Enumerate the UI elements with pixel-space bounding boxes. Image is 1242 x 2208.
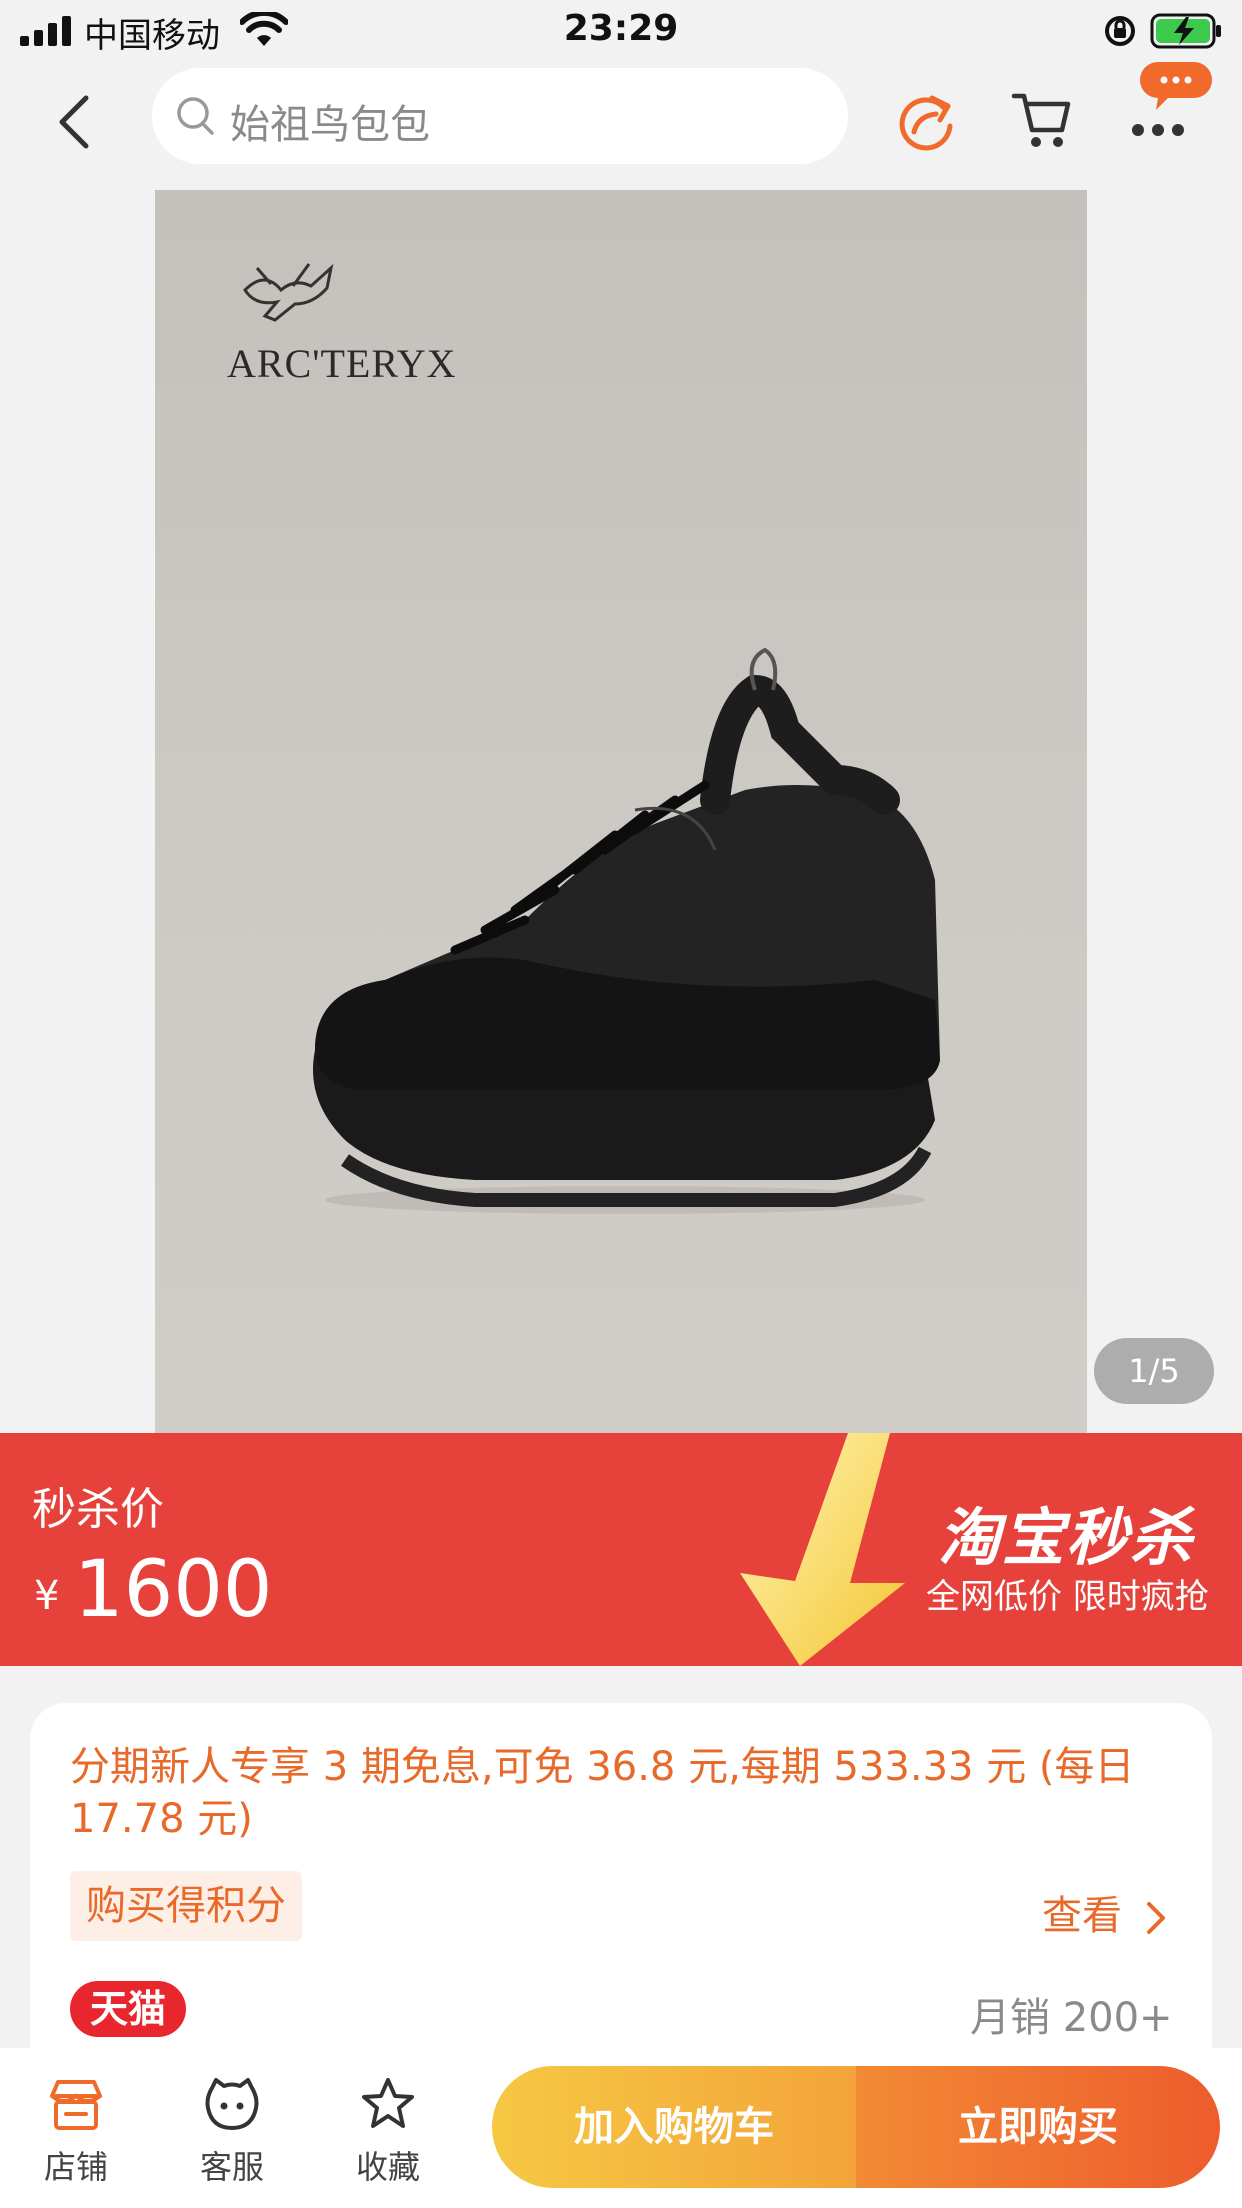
lightning-arrow-icon xyxy=(740,1433,905,1666)
brand-logo-text: ARC'TERYX xyxy=(227,341,457,386)
taobao-flash-sale-brand: 淘宝秒杀 xyxy=(938,1501,1195,1574)
flash-sale-banner: 秒杀价 ¥ 1600 淘宝秒杀 全网低价 限时疯抢 xyxy=(0,1433,1242,1666)
installment-offer[interactable]: 分期新人专享 3 期免息,可免 36.8 元,每期 533.33 元 (每日 1… xyxy=(70,1741,1180,1845)
favorite-label: 收藏 xyxy=(355,2148,420,2186)
brand-logo-icon xyxy=(243,263,334,322)
battery-charging-icon xyxy=(1150,13,1221,49)
add-to-cart-button[interactable]: 加入购物车 xyxy=(492,2066,856,2188)
service-label: 客服 xyxy=(199,2148,264,2186)
store-icon xyxy=(50,2080,102,2130)
points-tag: 购买得积分 xyxy=(70,1871,302,1941)
status-bar: 中国移动 23:29 xyxy=(0,0,1242,62)
message-bubble-icon[interactable] xyxy=(1138,60,1214,112)
flash-sale-price: 1600 xyxy=(74,1545,273,1635)
service-tab[interactable]: 客服 xyxy=(172,2076,292,2188)
tmall-badge: 天猫 xyxy=(70,1981,186,2037)
clock: 23:29 xyxy=(563,8,679,49)
view-link[interactable]: 查看 xyxy=(1042,1883,1167,1941)
favorite-tab[interactable]: 收藏 xyxy=(328,2076,448,2188)
share-icon[interactable] xyxy=(892,86,962,156)
search-placeholder: 始祖鸟包包 xyxy=(230,102,430,148)
product-image-gallery[interactable]: ARC'TERYX xyxy=(155,190,1087,1433)
rotation-lock-icon xyxy=(1105,16,1135,46)
search-bar[interactable]: 始祖鸟包包 xyxy=(152,68,848,164)
buy-now-button[interactable]: 立即购买 xyxy=(856,2066,1220,2188)
product-shoe-image xyxy=(313,647,940,1214)
flash-sale-slogan: 全网低价 限时疯抢 xyxy=(926,1577,1209,1617)
store-label: 店铺 xyxy=(43,2148,108,2186)
currency-symbol: ¥ xyxy=(34,1573,60,1619)
customer-service-icon xyxy=(205,2078,259,2130)
view-link-label: 查看 xyxy=(1042,1893,1122,1939)
flash-sale-label: 秒杀价 xyxy=(32,1484,164,1535)
back-icon[interactable] xyxy=(52,92,96,152)
gallery-page-indicator: 1/5 xyxy=(1094,1338,1214,1404)
store-tab[interactable]: 店铺 xyxy=(16,2076,136,2188)
top-nav-bar: 始祖鸟包包 xyxy=(0,62,1242,190)
search-icon xyxy=(177,97,214,135)
cart-icon[interactable] xyxy=(1010,88,1074,152)
chevron-right-icon xyxy=(1146,1902,1165,1934)
star-icon xyxy=(362,2078,414,2128)
more-icon[interactable] xyxy=(1130,120,1186,140)
bottom-action-bar: 店铺 客服 收藏 加入购物车 立即购买 xyxy=(0,2048,1242,2208)
monthly-sales: 月销 200+ xyxy=(970,1995,1173,2041)
